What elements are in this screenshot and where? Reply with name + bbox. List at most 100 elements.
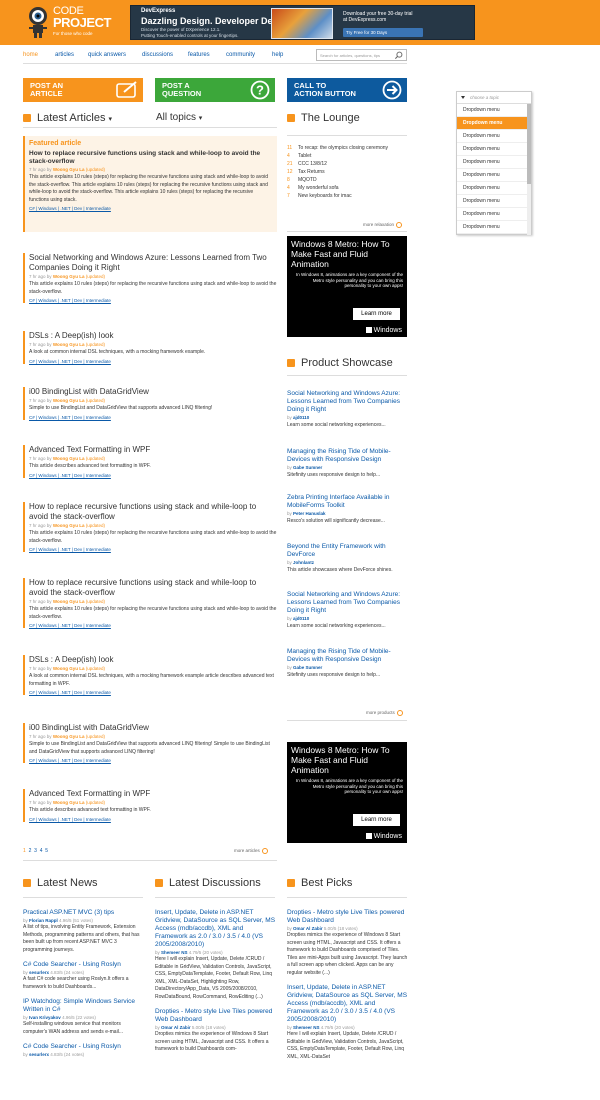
dropdown-menu-item[interactable]: Dropdown menu xyxy=(457,130,531,143)
article-tags[interactable]: C# | Windows | .NET | Dev | Intermediate xyxy=(29,359,277,364)
nav-features[interactable]: features xyxy=(188,52,210,58)
dropdown-scrollbar[interactable] xyxy=(527,104,531,235)
dropdown-menu-item[interactable]: Dropdown menu xyxy=(457,221,531,234)
item-title[interactable]: Insert, Update, Delete in ASP.NET Gridvi… xyxy=(155,909,277,949)
post-question-button[interactable]: POST A QUESTION ? xyxy=(155,78,275,102)
author-link[interactable]: Ivan Krivyakov xyxy=(29,1015,61,1020)
page-1[interactable]: 1 xyxy=(23,848,26,854)
list-item[interactable]: 21 CCC 13/8/12 xyxy=(287,160,407,168)
showcase-title[interactable]: Social Networking and Windows Azure: Les… xyxy=(287,591,407,615)
nav-articles[interactable]: articles xyxy=(55,52,74,58)
item-title[interactable]: Practical ASP.NET MVC (3) tips xyxy=(23,909,145,917)
dropdown-menu-item[interactable]: Dropdown menu xyxy=(457,117,531,130)
author-link[interactable]: Woong Gyu La xyxy=(53,800,85,805)
nav-quick-answers[interactable]: quick answers xyxy=(88,52,126,58)
article-tags[interactable]: C# | Windows | .NET | Dev | Intermediate xyxy=(29,298,277,303)
learn-more-button[interactable]: Learn more xyxy=(353,814,400,826)
windows8-ad[interactable]: Windows 8 Metro: How To Make Fast and Fl… xyxy=(287,742,407,843)
author-link[interactable]: Peter Hanuslak xyxy=(293,511,326,516)
article-title[interactable]: DSLs : A Deep(ish) look xyxy=(29,655,277,665)
dropdown-menu-item[interactable]: Dropdown menu xyxy=(457,156,531,169)
article-tags[interactable]: C# | Windows | .NET | Dev | Intermediate xyxy=(29,817,277,822)
article-title[interactable]: i00 BindingList with DataGridView xyxy=(29,723,277,733)
item-title[interactable]: C# Code Searcher - Using Roslyn xyxy=(23,961,145,969)
windows8-ad[interactable]: Windows 8 Metro: How To Make Fast and Fl… xyxy=(287,236,407,337)
item-title[interactable]: Insert, Update, Delete in ASP.NET Gridvi… xyxy=(287,984,409,1024)
item-title[interactable]: Dropties - Metro style Live Tiles powere… xyxy=(155,1008,277,1024)
more-relaxation-link[interactable]: more relaxation xyxy=(363,222,403,228)
article-title[interactable]: DSLs : A Deep(ish) look xyxy=(29,331,277,341)
topic-filter[interactable]: All topics ▾ xyxy=(156,112,202,123)
author-link[interactable]: Shemeer NS xyxy=(161,950,188,955)
article-title[interactable]: How to replace recursive functions using… xyxy=(29,578,277,598)
author-link[interactable]: ajd0110 xyxy=(293,616,309,621)
showcase-title[interactable]: Managing the Rising Tide of Mobile-Devic… xyxy=(287,648,407,664)
author-link[interactable]: Johnlantz xyxy=(293,560,314,565)
search-input[interactable]: Search for articles, questions, tips xyxy=(316,49,407,61)
author-link[interactable]: sesurlerx xyxy=(29,970,49,975)
article-title[interactable]: How to replace recursive functions using… xyxy=(29,502,277,522)
article-tags[interactable]: C# | Windows | .NET | Dev | Intermediate xyxy=(29,623,277,628)
page-3[interactable]: 3 xyxy=(34,848,37,854)
more-products-link[interactable]: more products xyxy=(366,710,403,716)
author-link[interactable]: Gabe Sumner xyxy=(293,665,322,670)
search-icon[interactable] xyxy=(394,51,403,60)
author-link[interactable]: Woong Gyu La xyxy=(53,523,85,528)
author-link[interactable]: ajd0110 xyxy=(293,415,309,420)
article-tags[interactable]: C# | Windows | .NET | Dev | Intermediate xyxy=(29,547,277,552)
author-link[interactable]: Woong Gyu La xyxy=(53,167,85,172)
list-item[interactable]: 4 My wonderful sofa xyxy=(287,184,407,192)
page-2[interactable]: 2 xyxy=(29,848,32,854)
list-item[interactable]: 7 New keyboards for imac xyxy=(287,192,407,200)
featured-title[interactable]: How to replace recursive functions using… xyxy=(29,150,273,166)
article-tags[interactable]: C# | Windows | .NET | Dev | Intermediate xyxy=(29,473,277,478)
author-link[interactable]: Gabe Sumner xyxy=(293,465,322,470)
author-link[interactable]: sesurlerx xyxy=(29,1052,49,1057)
nav-discussions[interactable]: discussions xyxy=(142,52,173,58)
showcase-title[interactable]: Beyond the Entity Framework with DevForc… xyxy=(287,543,407,559)
dropdown-menu-item[interactable]: Dropdown menu xyxy=(457,195,531,208)
list-item[interactable]: 8 MQOTD xyxy=(287,176,407,184)
dropdown-menu-item[interactable]: Dropdown menu xyxy=(457,169,531,182)
page-5[interactable]: 5 xyxy=(45,848,48,854)
article-tags[interactable]: C# | Windows | .NET | Dev | Intermediate xyxy=(29,690,277,695)
article-tags[interactable]: C# | Windows | .NET | Dev | Intermediate xyxy=(29,206,273,211)
author-link[interactable]: Woong Gyu La xyxy=(53,599,85,604)
item-title[interactable]: Dropties - Metro style Live Tiles powere… xyxy=(287,909,409,925)
list-item[interactable]: 4 Tablet xyxy=(287,152,407,160)
more-articles-link[interactable]: more articles xyxy=(234,848,268,854)
dropdown-menu-item[interactable]: Dropdown menu xyxy=(457,143,531,156)
dropdown-menu-item[interactable]: Dropdown menu xyxy=(457,182,531,195)
nav-help[interactable]: help xyxy=(272,52,283,58)
article-title[interactable]: Advanced Text Formatting in WPF xyxy=(29,445,277,455)
showcase-title[interactable]: Managing the Rising Tide of Mobile-Devic… xyxy=(287,448,407,464)
author-link[interactable]: Woong Gyu La xyxy=(53,342,85,347)
item-title[interactable]: C# Code Searcher - Using Roslyn xyxy=(23,1043,145,1051)
author-link[interactable]: Woong Gyu La xyxy=(53,456,85,461)
author-link[interactable]: Woong Gyu La xyxy=(53,274,85,279)
dropdown-menu-item[interactable]: Dropdown menu xyxy=(457,104,531,117)
author-link[interactable]: Shemeer NS xyxy=(293,1025,320,1030)
site-logo[interactable]: CODE PROJECT For those who code xyxy=(23,5,118,40)
showcase-title[interactable]: Zebra Printing Interface Available in Mo… xyxy=(287,494,407,510)
devexpress-banner-ad[interactable]: DevExpress Dazzling Design. Developer De… xyxy=(130,5,475,40)
article-title[interactable]: Advanced Text Formatting in WPF xyxy=(29,789,277,799)
scrollbar-thumb[interactable] xyxy=(527,104,531,184)
nav-community[interactable]: community xyxy=(226,52,255,58)
author-link[interactable]: Woong Gyu La xyxy=(53,398,85,403)
ad-try-button[interactable]: Try Free for 30 Days xyxy=(343,28,423,37)
author-link[interactable]: Omar Al Zabir xyxy=(161,1025,191,1030)
article-tags[interactable]: C# | Windows | .NET | Dev | Intermediate xyxy=(29,758,277,763)
dropdown-menu-item[interactable]: Dropdown menu xyxy=(457,208,531,221)
nav-home[interactable]: home xyxy=(23,52,38,58)
call-to-action-button[interactable]: CALL TO ACTION BUTTON xyxy=(287,78,407,102)
latest-articles-heading[interactable]: Latest Articles ▾ xyxy=(23,112,112,124)
page-4[interactable]: 4 xyxy=(40,848,43,854)
list-item[interactable]: 12 Tax Returns xyxy=(287,168,407,176)
dropdown-toggle[interactable]: choose a topic xyxy=(457,92,531,104)
showcase-title[interactable]: Social Networking and Windows Azure: Les… xyxy=(287,390,407,414)
learn-more-button[interactable]: Learn more xyxy=(353,308,400,320)
list-item[interactable]: 11 To recap: the olympics closing ceremon… xyxy=(287,144,407,152)
post-article-button[interactable]: POST AN ARTICLE xyxy=(23,78,143,102)
author-link[interactable]: Woong Gyu La xyxy=(53,734,85,739)
